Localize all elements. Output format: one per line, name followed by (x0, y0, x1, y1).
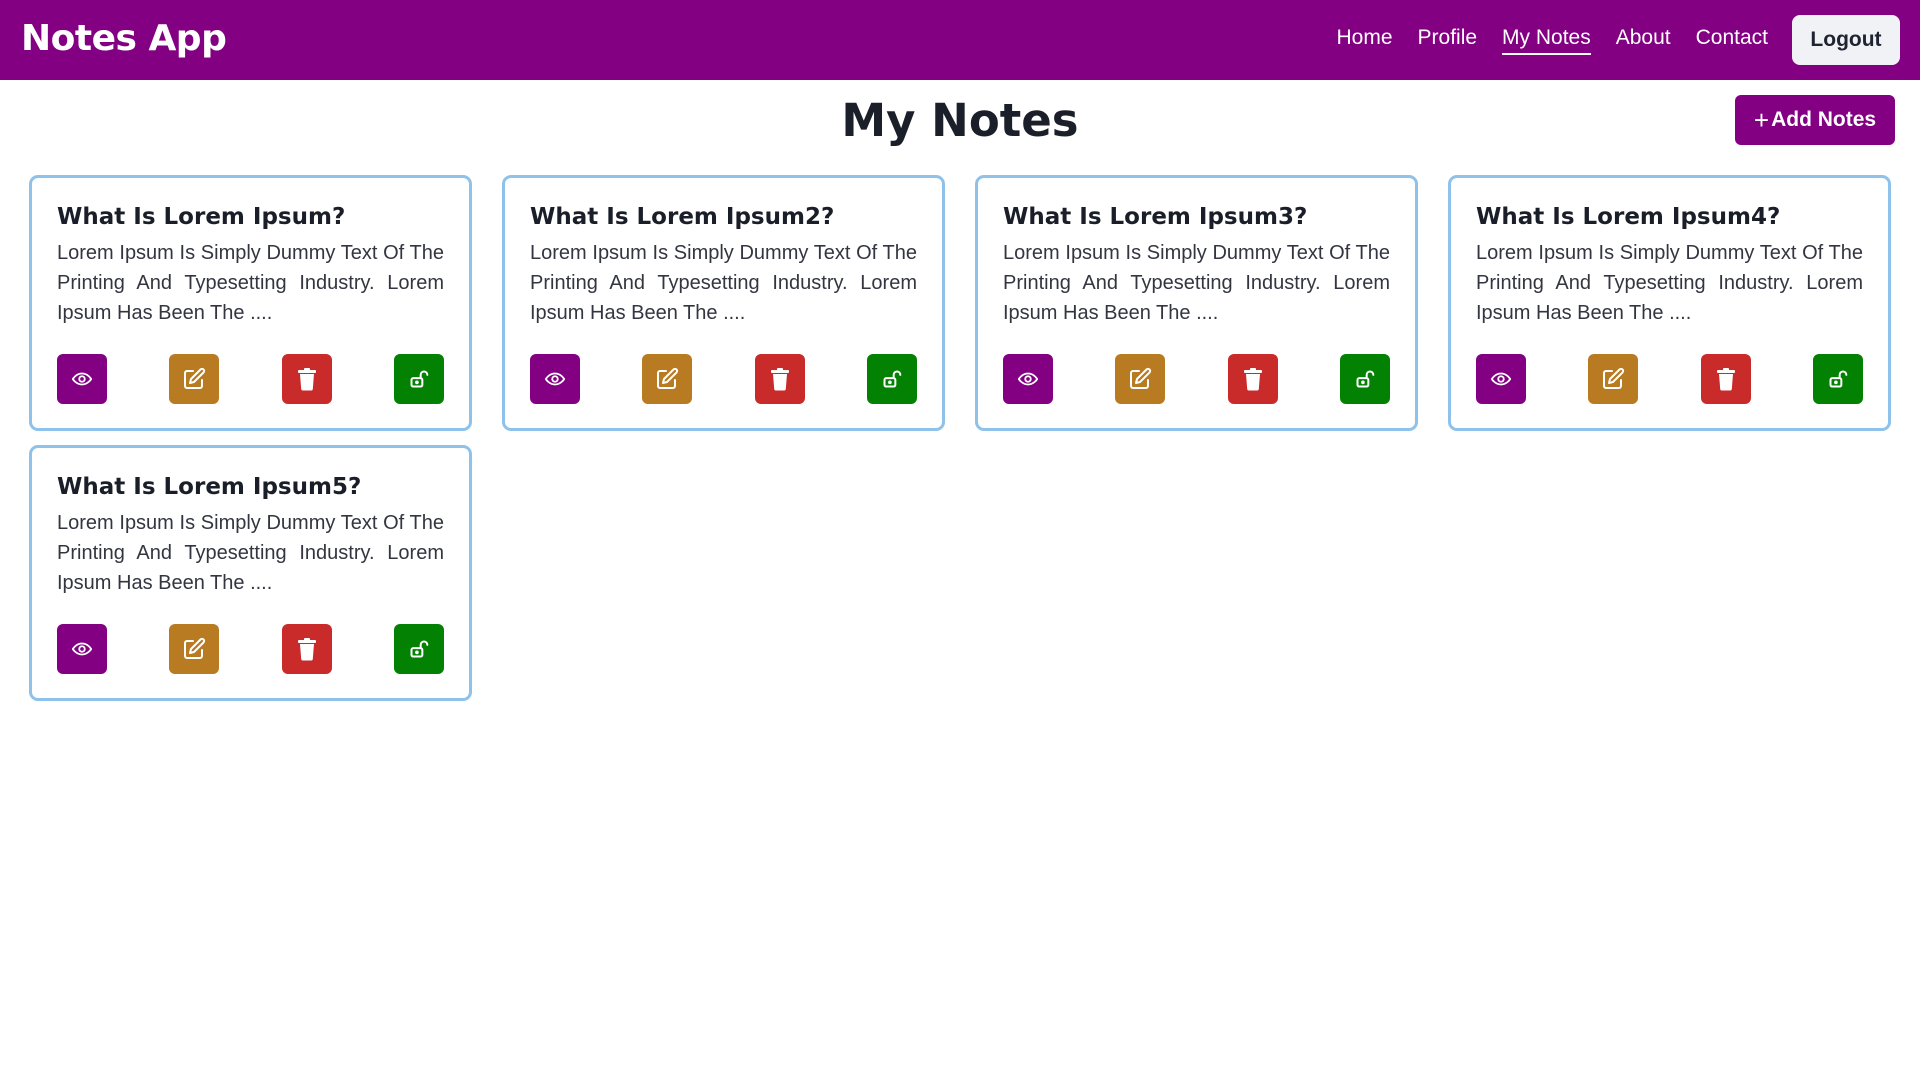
note-title: What Is Lorem Ipsum3? (1003, 204, 1308, 230)
trash-icon (1715, 367, 1737, 391)
nav-links: Home Profile My Notes About Contact (1311, 0, 1768, 80)
view-note-button[interactable] (57, 354, 107, 404)
trash-icon (296, 637, 318, 661)
view-note-button[interactable] (1476, 354, 1526, 404)
delete-note-button[interactable] (754, 354, 805, 404)
edit-icon (182, 637, 206, 661)
delete-note-button[interactable] (281, 624, 332, 674)
add-notes-label: Add Notes (1771, 108, 1877, 131)
lock-note-button[interactable] (393, 624, 444, 674)
eye-icon (1017, 368, 1039, 390)
edit-note-button[interactable] (169, 354, 220, 404)
lock-note-button[interactable] (393, 354, 444, 404)
unlock-icon (409, 369, 429, 389)
add-notes-button[interactable]: + Add Notes (1735, 95, 1895, 145)
edit-icon (1601, 367, 1625, 391)
unlock-icon (1828, 369, 1848, 389)
unlock-icon (1355, 369, 1375, 389)
nav-link-home[interactable]: Home (1336, 26, 1392, 55)
note-card: What Is Lorem Ipsum2? Lorem Ipsum Is Simp… (502, 175, 945, 431)
nav-link-my-notes[interactable]: My Notes (1502, 26, 1591, 55)
eye-icon (71, 368, 93, 390)
delete-note-button[interactable] (1700, 354, 1751, 404)
eye-icon (1490, 368, 1512, 390)
app-title[interactable]: Notes App (21, 18, 227, 59)
note-title: What Is Lorem Ipsum? (57, 204, 346, 230)
plus-icon: + (1753, 105, 1770, 135)
note-body: Lorem Ipsum Is Simply Dummy Text Of The … (1476, 242, 1863, 324)
note-title: What Is Lorem Ipsum4? (1476, 204, 1781, 230)
eye-icon (71, 638, 93, 660)
delete-note-button[interactable] (1227, 354, 1278, 404)
note-actions (57, 354, 444, 404)
edit-note-button[interactable] (169, 624, 220, 674)
unlock-icon (882, 369, 902, 389)
trash-icon (769, 367, 791, 391)
note-actions (530, 354, 917, 404)
nav-link-profile[interactable]: Profile (1418, 26, 1478, 55)
lock-note-button[interactable] (1812, 354, 1863, 404)
lock-note-button[interactable] (866, 354, 917, 404)
note-card: What Is Lorem Ipsum5? Lorem Ipsum Is Simp… (29, 445, 472, 701)
page-title: My Notes (841, 94, 1079, 147)
delete-note-button[interactable] (281, 354, 332, 404)
note-card: What Is Lorem Ipsum? Lorem Ipsum Is Simpl… (29, 175, 472, 431)
note-body: Lorem Ipsum Is Simply Dummy Text Of The … (57, 242, 444, 324)
lock-note-button[interactable] (1339, 354, 1390, 404)
edit-icon (655, 367, 679, 391)
note-body: Lorem Ipsum Is Simply Dummy Text Of The … (57, 512, 444, 594)
note-body: Lorem Ipsum Is Simply Dummy Text Of The … (530, 242, 917, 324)
note-actions (1476, 354, 1863, 404)
trash-icon (296, 367, 318, 391)
view-note-button[interactable] (1003, 354, 1053, 404)
edit-note-button[interactable] (1115, 354, 1166, 404)
trash-icon (1242, 367, 1264, 391)
note-actions (57, 624, 444, 674)
edit-note-button[interactable] (1588, 354, 1639, 404)
nav-link-contact[interactable]: Contact (1696, 26, 1768, 55)
nav-link-about[interactable]: About (1616, 26, 1671, 55)
edit-icon (1128, 367, 1152, 391)
navbar: Notes App Home Profile My Notes About Co… (0, 0, 1920, 80)
note-title: What Is Lorem Ipsum5? (57, 474, 362, 500)
eye-icon (544, 368, 566, 390)
note-card: What Is Lorem Ipsum4? Lorem Ipsum Is Simp… (1448, 175, 1891, 431)
view-note-button[interactable] (57, 624, 107, 674)
unlock-icon (409, 639, 429, 659)
note-body: Lorem Ipsum Is Simply Dummy Text Of The … (1003, 242, 1390, 324)
view-note-button[interactable] (530, 354, 580, 404)
note-title: What Is Lorem Ipsum2? (530, 204, 835, 230)
note-actions (1003, 354, 1390, 404)
edit-icon (182, 367, 206, 391)
note-card: What Is Lorem Ipsum3? Lorem Ipsum Is Simp… (975, 175, 1418, 431)
edit-note-button[interactable] (642, 354, 693, 404)
logout-button[interactable]: Logout (1792, 15, 1900, 65)
